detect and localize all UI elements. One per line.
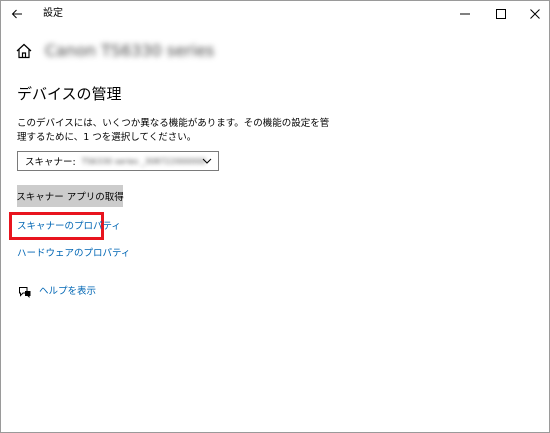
section-description: このデバイスには、いくつか異なる機能があります。その機能の設定を管理するために、…: [17, 118, 330, 143]
scanner-properties-link[interactable]: スキャナーのプロパティ: [17, 220, 121, 234]
close-icon: [530, 9, 540, 19]
maximize-button[interactable]: [485, 1, 517, 27]
scanner-dropdown-label: スキャナー:: [25, 157, 76, 168]
settings-window: 設定 Canon TS6330 series デバイスの管理 このデバイスには、…: [0, 0, 550, 433]
chevron-down-icon: [202, 158, 212, 164]
window-title: 設定: [43, 8, 63, 19]
device-name: Canon TS6330 series: [45, 41, 215, 60]
minimize-button[interactable]: [449, 1, 481, 27]
hardware-properties-link[interactable]: ハードウェアのプロパティ: [17, 247, 130, 261]
home-icon[interactable]: [15, 42, 33, 60]
help-link[interactable]: ヘルプを表示: [39, 285, 96, 299]
minimize-icon: [460, 13, 470, 15]
close-button[interactable]: [519, 1, 550, 27]
back-button[interactable]: [1, 1, 33, 27]
help-chat-icon: [19, 287, 31, 298]
page-title: デバイスの管理: [17, 85, 122, 103]
scanner-dropdown[interactable]: スキャナー: TS6330 series _308722000000: [17, 151, 219, 171]
back-arrow-icon: [11, 9, 22, 19]
maximize-icon: [496, 9, 506, 19]
scanner-dropdown-value: TS6330 series _308722000000: [81, 156, 206, 166]
get-scanner-app-button[interactable]: スキャナー アプリの取得: [16, 185, 124, 207]
title-bar: 設定: [1, 1, 549, 31]
